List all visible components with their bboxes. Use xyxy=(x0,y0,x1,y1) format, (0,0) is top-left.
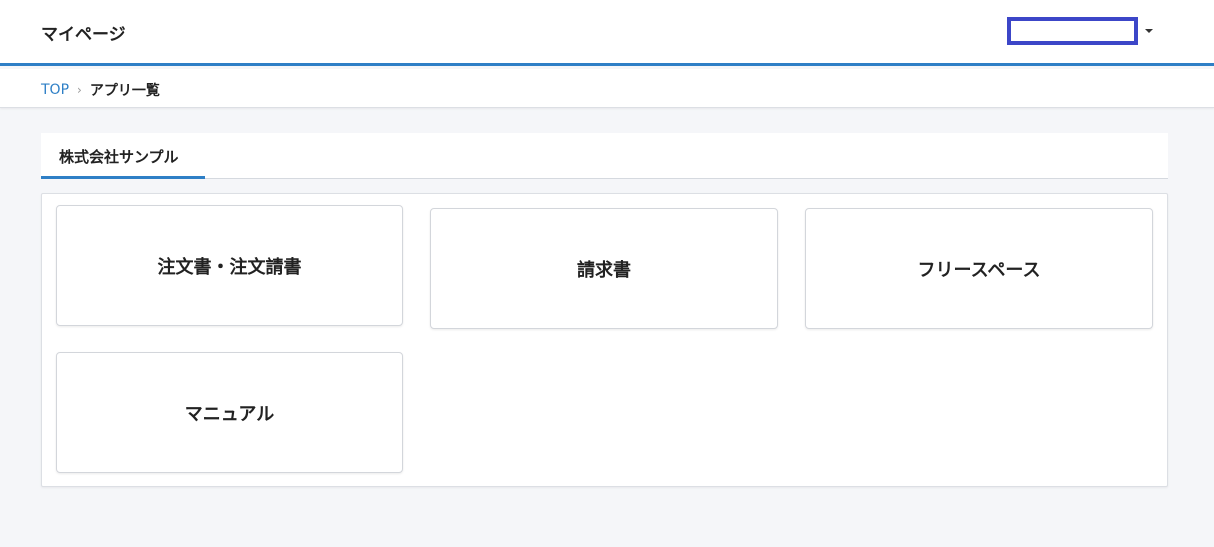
user-menu[interactable] xyxy=(1007,17,1153,45)
app-card-order[interactable]: 注文書・注文請書 xyxy=(56,205,403,326)
app-card-label: 請求書 xyxy=(577,259,631,281)
breadcrumb-current: アプリ一覧 xyxy=(89,83,160,99)
app-card-label: 注文書・注文請書 xyxy=(157,256,302,278)
app-cards-panel: 注文書・注文請書 請求書 フリースペース マニュアル xyxy=(41,193,1168,487)
app-card-label: マニュアル xyxy=(184,403,275,425)
tab-label: 株式会社サンプル xyxy=(59,148,179,166)
tab-company[interactable]: 株式会社サンプル xyxy=(41,133,205,179)
page-title: マイページ xyxy=(41,25,126,45)
app-card-manual[interactable]: マニュアル xyxy=(56,352,403,473)
header: マイページ xyxy=(0,0,1214,66)
app-card-invoice[interactable]: 請求書 xyxy=(430,208,778,329)
breadcrumb-top-link[interactable]: TOP xyxy=(41,82,69,98)
chevron-right-icon: › xyxy=(77,83,82,97)
caret-down-icon[interactable] xyxy=(1145,29,1153,33)
tab-bar: 株式会社サンプル xyxy=(41,133,1168,179)
user-name-redacted[interactable] xyxy=(1007,17,1138,45)
app-card-free-space[interactable]: フリースペース xyxy=(805,208,1153,329)
app-card-label: フリースペース xyxy=(917,259,1041,281)
breadcrumb: TOP › アプリ一覧 xyxy=(41,80,160,100)
breadcrumb-bar: TOP › アプリ一覧 xyxy=(0,69,1214,108)
